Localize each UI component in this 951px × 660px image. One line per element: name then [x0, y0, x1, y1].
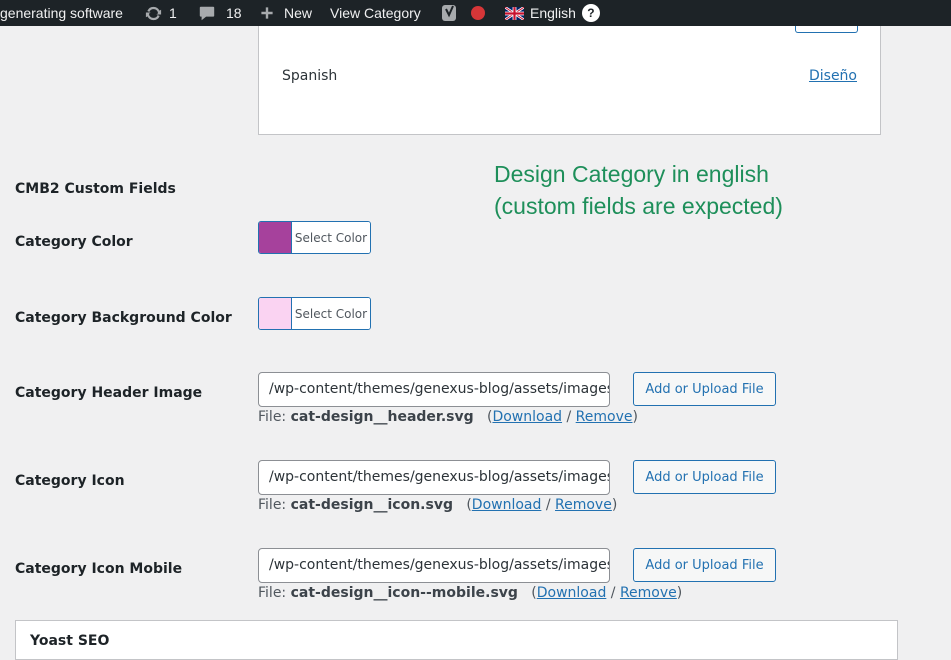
- recording-dot-icon: [471, 6, 485, 20]
- yoast-seo-box: Yoast SEO: [15, 620, 898, 660]
- comments-count: 18: [226, 4, 242, 21]
- icon-mobile-upload-button[interactable]: Add or Upload File: [633, 548, 776, 582]
- admin-bar: generating software 1 18 New View Catego…: [0, 0, 951, 26]
- annotation-line-1: Design Category in english: [494, 161, 769, 187]
- site-name: generating software: [0, 4, 123, 21]
- header-image-file-info: File: cat-design__header.svg (Download /…: [258, 409, 638, 425]
- header-image-input[interactable]: /wp-content/themes/genexus-blog/assets/i…: [258, 372, 610, 407]
- category-color-picker[interactable]: Select Color: [258, 221, 371, 254]
- translation-edit-button[interactable]: [795, 25, 858, 33]
- language-switcher[interactable]: English ?: [505, 0, 600, 26]
- updates-icon: [144, 4, 163, 23]
- download-link[interactable]: Download: [472, 497, 542, 513]
- file-prefix: File:: [258, 409, 287, 425]
- category-color-swatch: [259, 222, 292, 253]
- file-prefix: File:: [258, 585, 287, 601]
- plus-icon: [259, 5, 275, 21]
- comments-link[interactable]: 18: [198, 0, 242, 26]
- yoast-icon: [441, 3, 459, 23]
- translation-link[interactable]: Diseño: [809, 68, 857, 84]
- annotation-note: Design Category in english (custom field…: [494, 158, 914, 222]
- view-category-label: View Category: [330, 4, 421, 21]
- remove-link[interactable]: Remove: [620, 585, 677, 601]
- select-color-label: Select Color: [292, 298, 370, 329]
- background-color-swatch: [259, 298, 292, 329]
- header-image-label: Category Header Image: [15, 385, 203, 401]
- remove-link[interactable]: Remove: [576, 409, 633, 425]
- background-color-label: Category Background Color: [15, 310, 232, 326]
- new-label: New: [284, 4, 313, 21]
- help-icon[interactable]: ?: [581, 4, 600, 22]
- yoast-seo-title[interactable]: Yoast SEO: [30, 633, 109, 649]
- updates-link[interactable]: 1: [144, 0, 177, 26]
- file-name: cat-design__header.svg: [290, 409, 474, 425]
- cmb2-section-title: CMB2 Custom Fields: [15, 181, 176, 197]
- icon-label: Category Icon: [15, 473, 125, 489]
- icon-input[interactable]: /wp-content/themes/genexus-blog/assets/i…: [258, 460, 610, 495]
- site-name-link[interactable]: generating software: [0, 0, 123, 26]
- file-name: cat-design__icon.svg: [290, 497, 453, 513]
- icon-mobile-file-info: File: cat-design__icon--mobile.svg (Down…: [258, 585, 683, 601]
- file-prefix: File:: [258, 497, 287, 513]
- view-category-link[interactable]: View Category: [330, 0, 421, 26]
- language-label: English: [530, 4, 576, 21]
- category-color-label: Category Color: [15, 234, 133, 250]
- icon-file-info: File: cat-design__icon.svg (Download / R…: [258, 497, 618, 513]
- download-link[interactable]: Download: [492, 409, 562, 425]
- yoast-menu[interactable]: [441, 0, 485, 26]
- select-color-label: Select Color: [292, 222, 370, 253]
- new-content-link[interactable]: New: [259, 0, 312, 26]
- icon-mobile-label: Category Icon Mobile: [15, 561, 183, 577]
- comment-icon: [198, 4, 216, 22]
- header-image-upload-button[interactable]: Add or Upload File: [633, 372, 776, 406]
- remove-link[interactable]: Remove: [555, 497, 612, 513]
- translations-box: Spanish Diseño: [258, 10, 881, 135]
- icon-upload-button[interactable]: Add or Upload File: [633, 460, 776, 494]
- icon-mobile-input[interactable]: /wp-content/themes/genexus-blog/assets/i…: [258, 548, 610, 583]
- updates-count: 1: [169, 4, 177, 21]
- background-color-picker[interactable]: Select Color: [258, 297, 371, 330]
- uk-flag-icon: [505, 6, 524, 20]
- language-row-name: Spanish: [282, 68, 338, 84]
- annotation-line-2: (custom fields are expected): [494, 193, 783, 219]
- download-link[interactable]: Download: [537, 585, 607, 601]
- file-name: cat-design__icon--mobile.svg: [290, 585, 518, 601]
